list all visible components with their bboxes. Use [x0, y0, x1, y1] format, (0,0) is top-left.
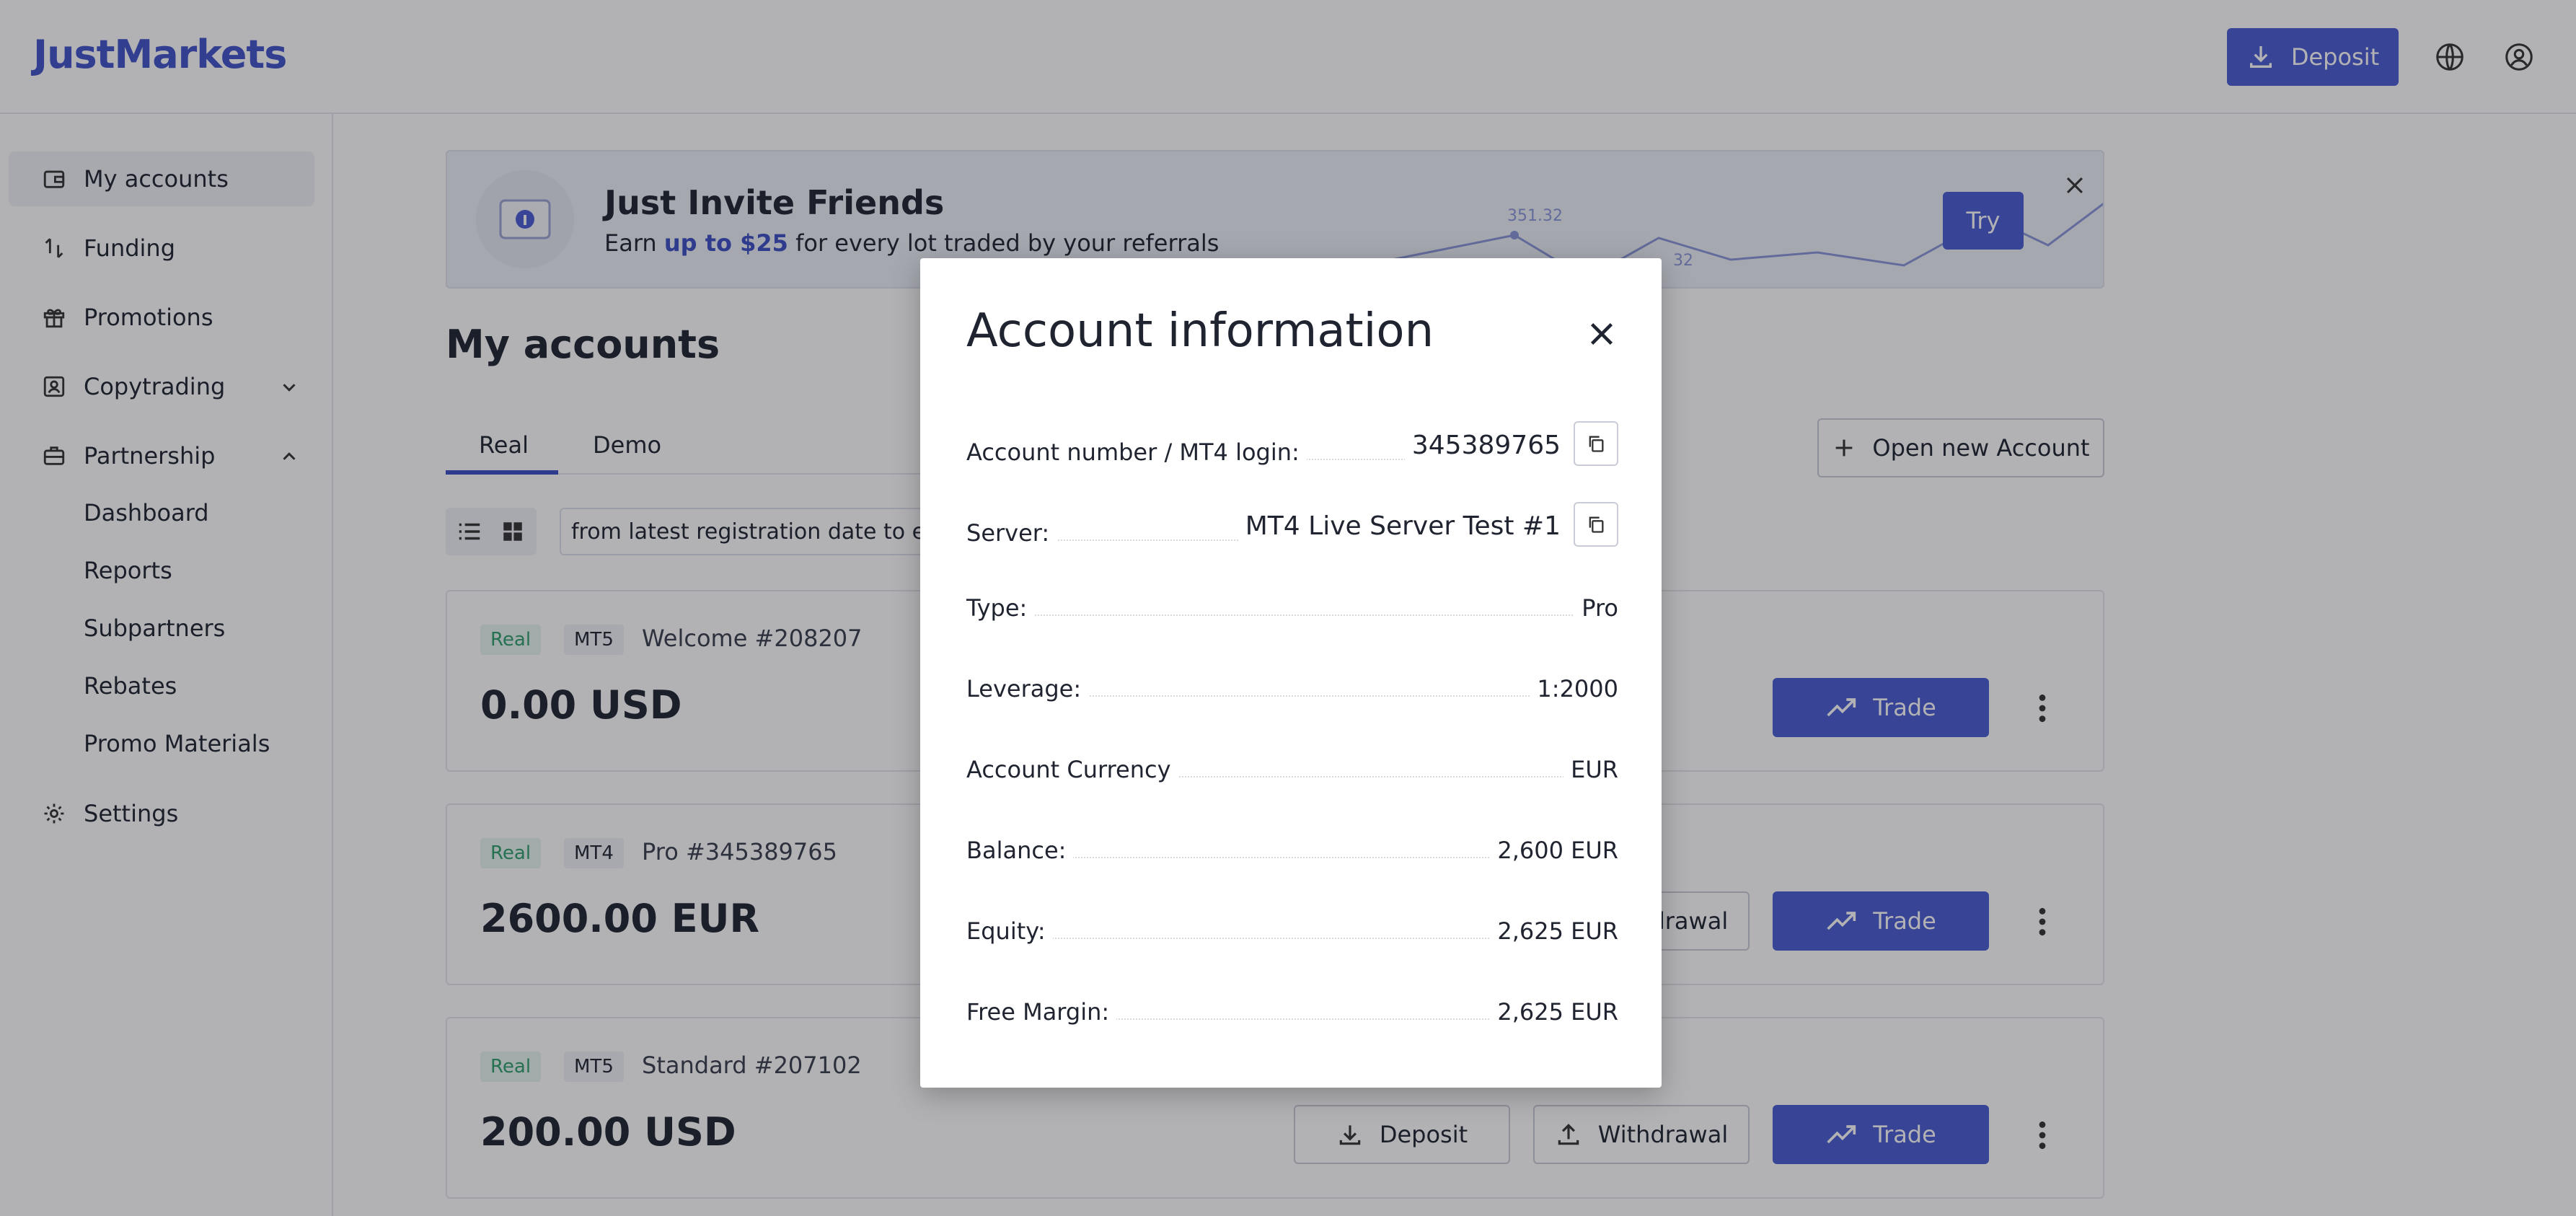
info-row-balance: Balance: 2,600 EUR [966, 821, 1618, 864]
info-row-type: Type: Pro [966, 578, 1618, 622]
info-label: Type: [966, 594, 1035, 622]
info-value: 1:2000 [1530, 675, 1618, 702]
info-row-free-margin: Free Margin: 2,625 EUR [966, 982, 1618, 1026]
info-value: 345389765 [1404, 431, 1561, 460]
info-row-account-number: Account number / MT4 login: 345389765 [966, 421, 1618, 466]
close-icon[interactable] [1585, 317, 1618, 351]
dotted-leader [966, 614, 1618, 616]
info-row-leverage: Leverage: 1:2000 [966, 659, 1618, 702]
info-label: Free Margin: [966, 998, 1117, 1026]
info-value: EUR [1563, 756, 1618, 783]
info-row-account-currency: Account Currency EUR [966, 740, 1618, 783]
info-label: Balance: [966, 837, 1074, 864]
dialog-title: Account information [966, 304, 1434, 358]
info-value: Pro [1574, 594, 1618, 622]
info-row-equity: Equity: 2,625 EUR [966, 902, 1618, 945]
info-row-server: Server: MT4 Live Server Test #1 [966, 502, 1618, 547]
copy-account-number-button[interactable] [1574, 421, 1618, 466]
info-value: MT4 Live Server Test #1 [1238, 511, 1561, 541]
info-value: 2,600 EUR [1490, 837, 1618, 864]
info-label: Account Currency [966, 756, 1178, 783]
copy-icon [1589, 516, 1604, 533]
copy-icon [1589, 436, 1604, 452]
info-label: Server: [966, 519, 1057, 547]
info-label: Account number / MT4 login: [966, 439, 1307, 466]
info-label: Leverage: [966, 675, 1089, 702]
info-value: 2,625 EUR [1490, 917, 1618, 945]
copy-server-button[interactable] [1574, 502, 1618, 547]
info-value: 2,625 EUR [1490, 998, 1618, 1026]
info-label: Equity: [966, 917, 1053, 945]
account-information-dialog: Account information Account number / MT4… [920, 258, 1662, 1088]
